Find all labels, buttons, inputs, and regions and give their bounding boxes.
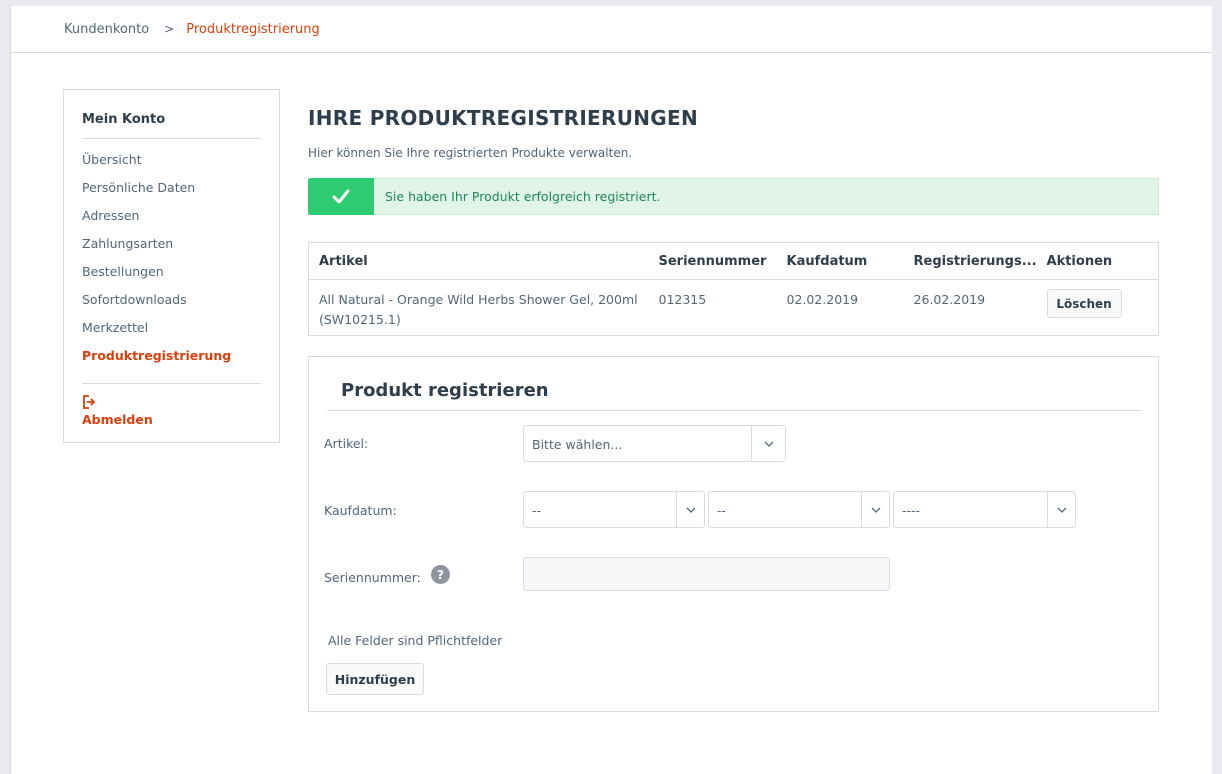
required-fields-note: Alle Felder sind Pflichtfelder (328, 633, 503, 648)
month-select-value: -- (717, 503, 727, 518)
logout-label: Abmelden (82, 412, 153, 427)
serial-number-input[interactable] (523, 557, 890, 591)
table-header-row: Artikel Seriennummer Kaufdatum Registrie… (308, 242, 1159, 280)
table-row: All Natural - Orange Wild Herbs Shower G… (309, 280, 1159, 336)
month-select[interactable]: -- (708, 491, 890, 528)
add-button[interactable]: Hinzufügen (326, 663, 424, 695)
checkmark-icon (332, 189, 350, 203)
sidebar-menu: Übersicht Persönliche Daten Adressen Zah… (82, 139, 261, 384)
cell-actions: Löschen (1037, 280, 1159, 336)
page: Kundenkonto > Produktregistrierung Mein … (10, 6, 1212, 774)
sidebar-item-personal-data[interactable]: Persönliche Daten (82, 179, 261, 207)
alert-message: Sie haben Ihr Produkt erfolgreich regist… (385, 189, 661, 204)
registrations-table: Artikel Seriennummer Kaufdatum Registrie… (308, 242, 1159, 336)
success-alert: Sie haben Ihr Produkt erfolgreich regist… (308, 178, 1159, 215)
sidebar-item-payment-methods[interactable]: Zahlungsarten (82, 235, 261, 263)
serial-number-label: Seriennummer: (324, 570, 421, 585)
article-select-value: Bitte wählen... (532, 437, 623, 452)
column-header-article: Artikel (308, 242, 649, 280)
help-icon[interactable]: ? (431, 565, 450, 584)
cell-serial: 012315 (658, 292, 707, 307)
sidebar-item-overview[interactable]: Übersicht (82, 151, 261, 179)
article-name: All Natural - Orange Wild Herbs Shower G… (319, 292, 638, 307)
article-number: (SW10215.1) (319, 312, 401, 327)
chevron-down-icon (676, 492, 704, 527)
chevron-down-icon (861, 492, 889, 527)
chevron-down-icon (1047, 492, 1075, 527)
day-select[interactable]: -- (523, 491, 705, 528)
register-product-panel: Produkt registrieren Artikel: Bitte wähl… (308, 356, 1159, 712)
column-header-serial: Seriennummer (648, 242, 777, 280)
breadcrumb-current[interactable]: Produktregistrierung (186, 22, 320, 37)
purchase-date-label: Kaufdatum: (324, 503, 397, 518)
cell-registration-date: 26.02.2019 (913, 292, 986, 307)
sidebar-item-wishlist[interactable]: Merkzettel (82, 319, 261, 347)
cell-purchase-date: 02.02.2019 (786, 292, 859, 307)
breadcrumb: Kundenkonto > Produktregistrierung (11, 6, 1212, 53)
article-label: Artikel: (324, 436, 369, 451)
panel-divider (327, 410, 1142, 411)
alert-icon-box (308, 178, 374, 215)
column-header-registration-date: Registrierungs... (903, 242, 1037, 280)
sidebar-item-orders[interactable]: Bestellungen (82, 263, 261, 291)
column-header-purchase-date: Kaufdatum (776, 242, 904, 280)
logout-link[interactable]: Abmelden (82, 384, 261, 427)
chevron-down-icon (751, 426, 785, 461)
sidebar-item-addresses[interactable]: Adressen (82, 207, 261, 235)
main-content: IHRE PRODUKTREGISTRIERUNGEN Hier können … (308, 89, 1160, 712)
breadcrumb-separator: > (164, 22, 175, 36)
page-description: Hier können Sie Ihre registrierten Produ… (308, 146, 633, 160)
sidebar-item-downloads[interactable]: Sofortdownloads (82, 291, 261, 319)
account-sidebar: Mein Konto Übersicht Persönliche Daten A… (63, 89, 280, 443)
year-select[interactable]: ---- (893, 491, 1076, 528)
delete-button[interactable]: Löschen (1046, 289, 1122, 318)
sidebar-item-product-registration[interactable]: Produktregistrierung (82, 347, 261, 375)
year-select-value: ---- (902, 503, 921, 518)
article-select[interactable]: Bitte wählen... (523, 425, 786, 462)
logout-icon (83, 395, 96, 409)
register-panel-title: Produkt registrieren (341, 380, 549, 401)
page-title: IHRE PRODUKTREGISTRIERUNGEN (308, 106, 699, 130)
column-header-actions: Aktionen (1036, 242, 1159, 280)
day-select-value: -- (532, 503, 542, 518)
breadcrumb-home-link[interactable]: Kundenkonto (64, 22, 149, 37)
cell-article: All Natural - Orange Wild Herbs Shower G… (309, 280, 649, 336)
sidebar-title: Mein Konto (82, 90, 261, 139)
